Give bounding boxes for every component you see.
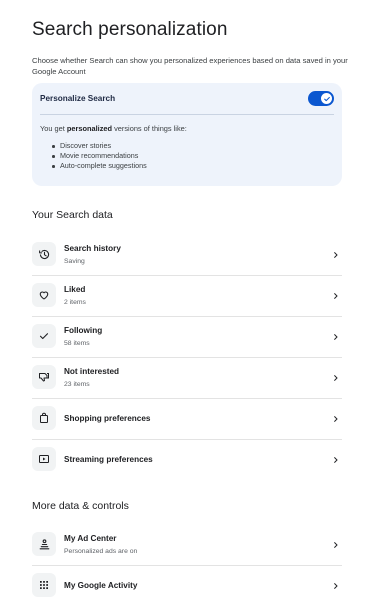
liked-count: 2 items: [64, 299, 86, 306]
my-google-activity-row[interactable]: My Google Activity: [32, 566, 342, 607]
following-title: Following: [64, 326, 103, 335]
personalize-search-toggle[interactable]: [308, 91, 334, 106]
chevron-right-icon: [334, 416, 338, 422]
thumb-down-icon: [32, 365, 56, 389]
personalize-search-header: Personalize Search: [40, 91, 334, 115]
following-count: 58 items: [64, 340, 90, 347]
not-interested-title: Not interested: [64, 367, 120, 376]
more-data-controls-heading: More data & controls: [32, 500, 129, 512]
shopping-preferences-row[interactable]: Shopping preferences: [32, 399, 342, 440]
shopping-bag-icon: [32, 406, 56, 430]
chevron-right-icon: [334, 252, 338, 258]
chevron-right-icon: [334, 457, 338, 463]
chevron-right-icon: [334, 293, 338, 299]
play-box-icon: [32, 447, 56, 471]
personalized-things-list: Discover stories Movie recommendations A…: [52, 141, 147, 171]
liked-title: Liked: [64, 285, 86, 294]
chevron-right-icon: [334, 583, 338, 589]
streaming-preferences-title: Streaming preferences: [64, 455, 153, 464]
personalize-search-title: Personalize Search: [40, 94, 116, 103]
history-icon: [32, 242, 56, 266]
list-item: Auto-complete suggestions: [52, 161, 147, 171]
search-history-title: Search history: [64, 244, 121, 253]
check-icon: [32, 324, 56, 348]
liked-row[interactable]: Liked 2 items: [32, 276, 342, 317]
list-item: Discover stories: [52, 141, 147, 151]
search-history-row[interactable]: Search history Saving: [32, 235, 342, 276]
my-ad-center-row[interactable]: My Ad Center Personalized ads are on: [32, 525, 342, 566]
page-title: Search personalization: [32, 19, 228, 40]
personalize-search-card: Personalize Search You get personalized …: [32, 83, 342, 186]
my-google-activity-title: My Google Activity: [64, 581, 138, 590]
page-intro: Choose whether Search can show you perso…: [32, 56, 348, 76]
your-search-data-heading: Your Search data: [32, 209, 113, 221]
my-ad-center-title: My Ad Center: [64, 534, 117, 543]
list-item: Movie recommendations: [52, 151, 147, 161]
ad-center-status: Personalized ads are on: [64, 548, 138, 555]
toggle-check-icon: [321, 93, 332, 104]
not-interested-row[interactable]: Not interested 23 items: [32, 358, 342, 399]
not-interested-count: 23 items: [64, 381, 90, 388]
heart-icon: [32, 283, 56, 307]
ad-center-icon: [32, 532, 56, 556]
chevron-right-icon: [334, 375, 338, 381]
grid-icon: [32, 573, 56, 597]
shopping-preferences-title: Shopping preferences: [64, 414, 151, 423]
streaming-preferences-row[interactable]: Streaming preferences: [32, 440, 342, 481]
search-history-status: Saving: [64, 258, 85, 265]
personalize-search-description: You get personalized versions of things …: [40, 124, 187, 133]
chevron-right-icon: [334, 334, 338, 340]
chevron-right-icon: [334, 542, 338, 548]
following-row[interactable]: Following 58 items: [32, 317, 342, 358]
